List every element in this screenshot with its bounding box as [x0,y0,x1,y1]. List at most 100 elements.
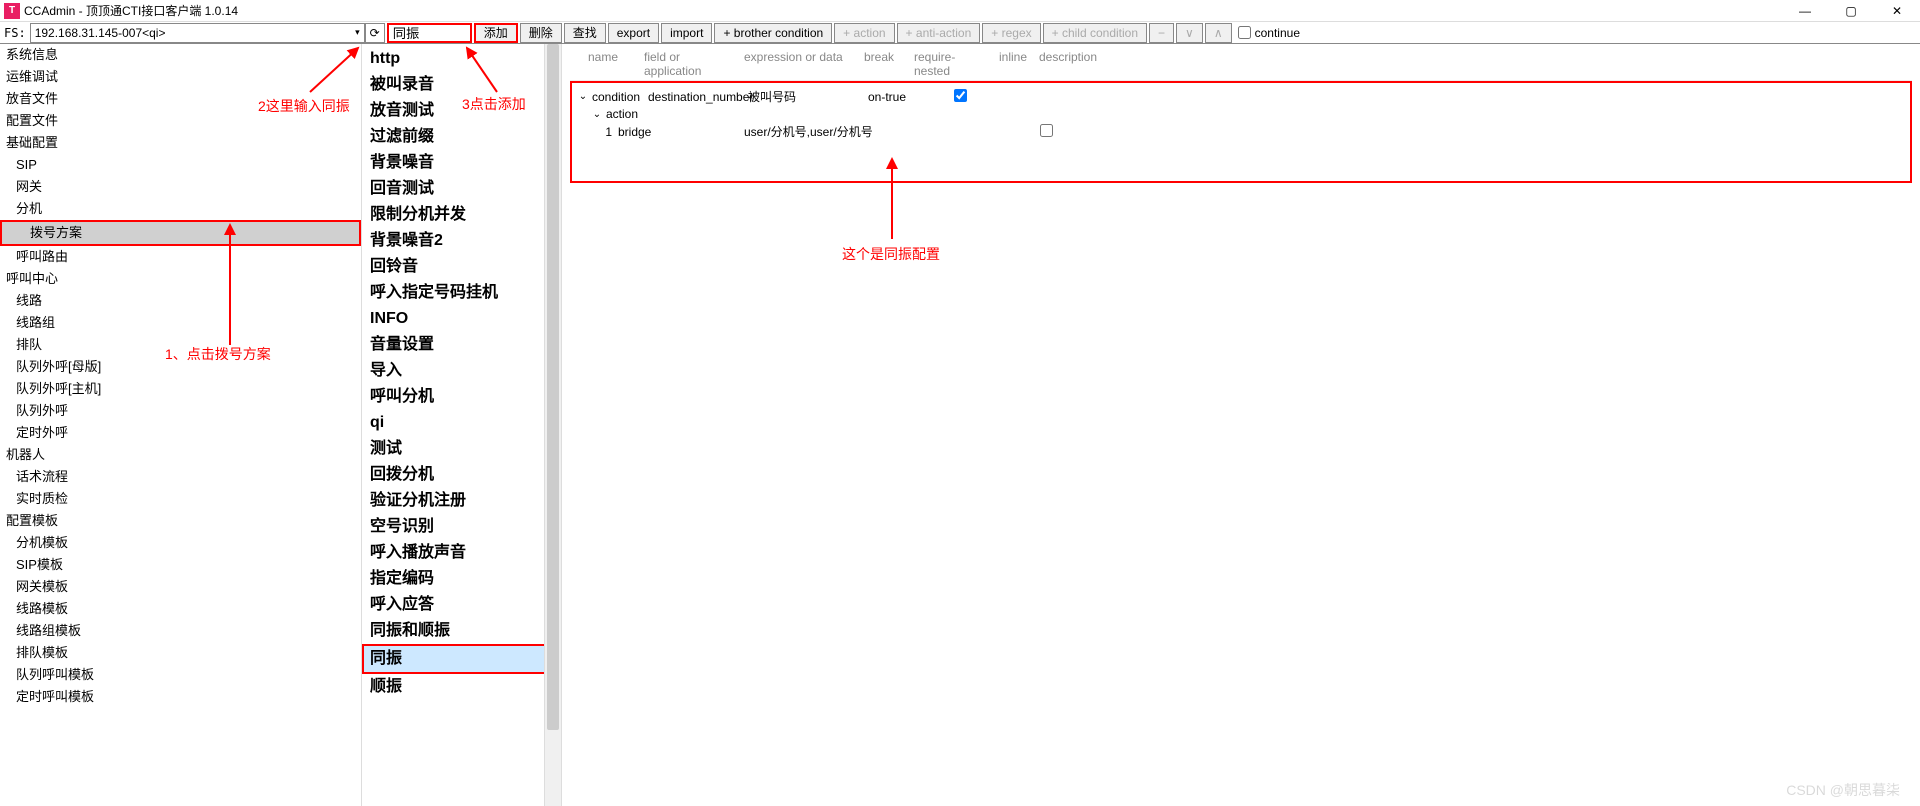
tree-item[interactable]: 排队模板 [0,642,361,664]
titlebar: T CCAdmin - 顶顶通CTI接口客户端 1.0.14 — ▢ ✕ [0,0,1920,22]
annotation-text-4: 这个是同振配置 [842,244,940,264]
fs-combo-value: 192.168.31.145-007<qi> [35,26,355,40]
plan-item[interactable]: http [362,46,561,72]
tree-item[interactable]: 配置文件 [0,110,361,132]
maximize-button[interactable]: ▢ [1828,0,1874,22]
tree-item[interactable]: 定时外呼 [0,422,361,444]
plan-item[interactable]: 同振 [362,644,561,674]
tree-item[interactable]: 基础配置 [0,132,361,154]
tree-item[interactable]: 排队 [0,334,361,356]
fs-label: FS: [0,26,30,40]
delete-button[interactable]: 删除 [520,23,562,43]
tree-item[interactable]: 线路组模板 [0,620,361,642]
add-button[interactable]: 添加 [474,23,518,43]
plan-item[interactable]: 呼入播放声音 [362,540,561,566]
continue-checkbox-input[interactable] [1238,26,1251,39]
plan-item[interactable]: INFO [362,306,561,332]
continue-label: continue [1255,26,1300,40]
refresh-button[interactable]: ⟳ [365,23,385,43]
tree-item[interactable]: 机器人 [0,444,361,466]
plan-item[interactable]: qi [362,410,561,436]
find-button[interactable]: 查找 [564,23,606,43]
tree-item[interactable]: 呼叫路由 [0,246,361,268]
import-button[interactable]: import [661,23,712,43]
plan-item[interactable]: 回拨分机 [362,462,561,488]
expand-icon[interactable]: ⌄ [574,91,592,102]
tree-item[interactable]: 队列外呼[主机] [0,378,361,400]
minimize-button[interactable]: — [1782,0,1828,22]
tree-item[interactable]: 线路模板 [0,598,361,620]
action-button[interactable]: + action [834,23,894,43]
minus-button[interactable]: − [1149,23,1174,43]
plan-item[interactable]: 放音测试 [362,98,561,124]
plan-item[interactable]: 空号识别 [362,514,561,540]
tree-item[interactable]: 分机 [0,198,361,220]
tree-item[interactable]: 队列呼叫模板 [0,664,361,686]
scrollbar[interactable] [544,44,561,806]
col-description: description [1039,50,1912,78]
col-inline: inline [999,50,1039,78]
tree-item[interactable]: 拨号方案 [0,220,361,246]
tree-item[interactable]: 放音文件 [0,88,361,110]
plan-item[interactable]: 被叫录音 [362,72,561,98]
tree-item[interactable]: 运维调试 [0,66,361,88]
tree-item[interactable]: 网关模板 [0,576,361,598]
child-condition-button[interactable]: + child condition [1043,23,1147,43]
tree-item[interactable]: 线路 [0,290,361,312]
col-field: field or application [644,50,744,78]
tree-item[interactable]: 队列外呼 [0,400,361,422]
plan-list: http被叫录音放音测试过滤前缀背景噪音回音测试限制分机并发背景噪音2回铃音呼入… [362,44,562,806]
action-row[interactable]: ⌄ action [574,106,1908,122]
search-input[interactable] [387,23,472,43]
require-nested-checkbox[interactable] [954,89,967,102]
plan-item[interactable]: 同振和顺振 [362,618,561,644]
plan-item[interactable]: 过滤前缀 [362,124,561,150]
scrollbar-thumb[interactable] [547,44,559,730]
bridge-name: bridge [618,125,744,139]
plan-item[interactable]: 限制分机并发 [362,202,561,228]
down-button[interactable]: ∨ [1176,23,1203,43]
plan-item[interactable]: 验证分机注册 [362,488,561,514]
tree-item[interactable]: 实时质检 [0,488,361,510]
main-area: 1、点击拨号方案 2这里输入同振 系统信息运维调试放音文件配置文件基础配置SIP… [0,44,1920,806]
plan-item[interactable]: 导入 [362,358,561,384]
tree-item[interactable]: 队列外呼[母版] [0,356,361,378]
plan-item[interactable]: 指定编码 [362,566,561,592]
plan-item[interactable]: 音量设置 [362,332,561,358]
export-button[interactable]: export [608,23,659,43]
plan-item[interactable]: 回音测试 [362,176,561,202]
tree-item[interactable]: 线路组 [0,312,361,334]
condition-break: on-true [868,90,918,104]
app-icon: T [4,3,20,19]
anti-action-button[interactable]: + anti-action [897,23,981,43]
close-button[interactable]: ✕ [1874,0,1920,22]
tree-item[interactable]: 呼叫中心 [0,268,361,290]
tree-item[interactable]: 网关 [0,176,361,198]
plan-item[interactable]: 呼入应答 [362,592,561,618]
tree-item[interactable]: 话术流程 [0,466,361,488]
plan-item[interactable]: 回铃音 [362,254,561,280]
plan-item[interactable]: 背景噪音2 [362,228,561,254]
continue-checkbox[interactable]: continue [1238,26,1300,40]
plan-item[interactable]: 呼叫分机 [362,384,561,410]
brother-condition-button[interactable]: + brother condition [714,23,832,43]
plan-item[interactable]: 呼入指定号码挂机 [362,280,561,306]
tree-item[interactable]: SIP模板 [0,554,361,576]
regex-button[interactable]: + regex [982,23,1040,43]
plan-item[interactable]: 背景噪音 [362,150,561,176]
col-expression: expression or data [744,50,864,78]
up-button[interactable]: ∧ [1205,23,1232,43]
plan-item[interactable]: 测试 [362,436,561,462]
expand-icon[interactable]: ⌄ [588,109,606,120]
tree-item[interactable]: 系统信息 [0,44,361,66]
bridge-row[interactable]: 1 bridge user/分机号,user/分机号 [574,122,1908,141]
tree-item[interactable]: 定时呼叫模板 [0,686,361,708]
tree-item[interactable]: 分机模板 [0,532,361,554]
condition-row[interactable]: ⌄ condition destination_number 被叫号码 on-t… [574,87,1908,106]
bridge-inline-checkbox[interactable] [1040,124,1053,137]
tree-item[interactable]: SIP [0,154,361,176]
plan-item[interactable]: 顺振 [362,674,561,700]
nav-tree: 1、点击拨号方案 2这里输入同振 系统信息运维调试放音文件配置文件基础配置SIP… [0,44,362,806]
fs-combo[interactable]: 192.168.31.145-007<qi> ▾ [30,23,365,43]
tree-item[interactable]: 配置模板 [0,510,361,532]
